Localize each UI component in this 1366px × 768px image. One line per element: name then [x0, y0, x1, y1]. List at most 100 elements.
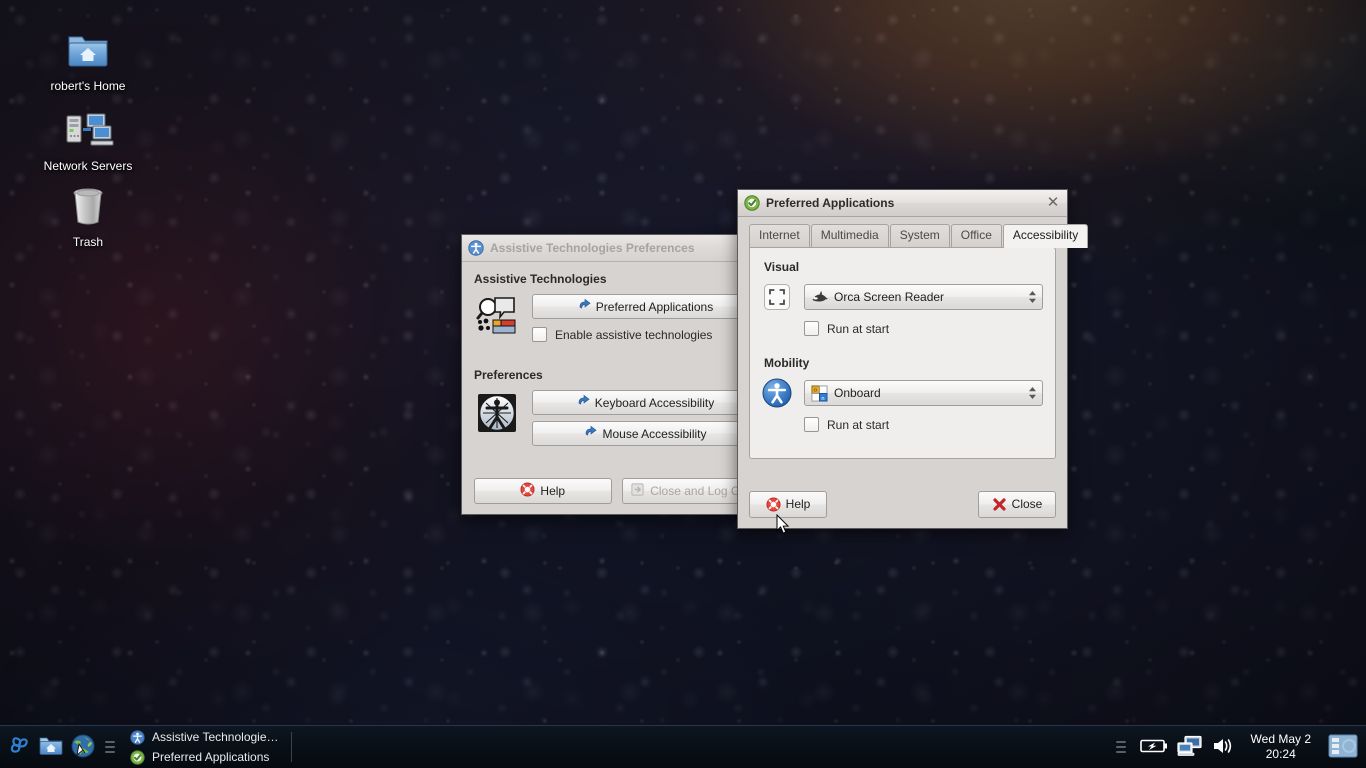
visual-application-value: Orca Screen Reader: [834, 290, 945, 304]
visual-run-at-start-label[interactable]: Run at start: [827, 322, 889, 336]
preferred-applications-titlebar[interactable]: Preferred Applications ✕: [738, 190, 1067, 217]
combo-spinner-arrows-icon[interactable]: [1027, 289, 1038, 305]
tab-multimedia[interactable]: Multimedia: [810, 224, 889, 247]
preferred-applications-close-button[interactable]: Close: [978, 490, 1056, 518]
tab-label: System: [899, 228, 940, 242]
accessibility-icon: [468, 240, 484, 256]
visual-group-label: Visual: [764, 260, 800, 274]
taskbar-window-list: Assistive Technologie… Preferred Applica…: [120, 726, 285, 768]
taskbar-panel-grip[interactable]: [105, 734, 115, 760]
spiral-menu-icon: [6, 733, 32, 762]
launcher-menu[interactable]: [4, 731, 34, 763]
tray-grip[interactable]: [1115, 734, 1126, 760]
tab-label: Multimedia: [820, 228, 879, 242]
assistive-technologies-window[interactable]: Assistive Technologies Preferences Assis…: [461, 234, 772, 515]
assistive-technologies-row: Preferred Applications Enable assistive …: [474, 294, 759, 342]
home-folder-icon: [38, 733, 64, 762]
mobility-application-combo[interactable]: o n Onboard: [804, 380, 1043, 406]
network-computers-icon[interactable]: [1176, 735, 1203, 760]
accessibility-tab-panel: Visual Orca Screen Reader Run at start M…: [749, 247, 1056, 459]
onboard-keyboard-icon: o n: [811, 384, 828, 402]
logout-icon: [630, 482, 645, 500]
close-icon[interactable]: ✕: [1045, 195, 1061, 211]
assistive-technologies-section-label: Assistive Technologies: [474, 272, 607, 286]
preferences-row: Keyboard Accessibility Mouse Accessibili…: [474, 390, 759, 452]
tab-label: Accessibility: [1012, 228, 1079, 242]
tab-label: Internet: [759, 228, 800, 242]
task-preferred-applications[interactable]: Preferred Applications: [124, 747, 285, 767]
launcher-web-browser[interactable]: [68, 731, 98, 763]
svg-text:n: n: [821, 396, 824, 402]
task-label: Preferred Applications: [152, 750, 270, 764]
assistive-window-titlebar[interactable]: Assistive Technologies Preferences: [462, 235, 771, 262]
taskbar[interactable]: Assistive Technologie… Preferred Applica…: [0, 725, 1366, 768]
mobility-run-at-start-checkbox[interactable]: [804, 417, 819, 432]
preferred-applications-actions: Help Close: [738, 480, 1067, 528]
mobility-run-at-start-row[interactable]: Run at start: [804, 417, 1043, 432]
taskbar-clock[interactable]: Wed May 2 20:24: [1245, 732, 1317, 762]
desktop-icon-label: Trash: [72, 235, 104, 249]
desktop-icon-label: robert's Home: [50, 79, 126, 93]
screen-reader-magnifier-icon: [474, 294, 520, 338]
show-desktop-icon: [1328, 734, 1358, 761]
mobility-run-at-start-label[interactable]: Run at start: [827, 418, 889, 432]
preferred-applications-dialog[interactable]: Preferred Applications ✕ Internet Multim…: [737, 189, 1089, 529]
tab-accessibility[interactable]: Accessibility: [1002, 224, 1089, 248]
mouse-accessibility-label: Mouse Accessibility: [602, 426, 707, 441]
mobility-group-label: Mobility: [764, 356, 810, 370]
visual-application-combo[interactable]: Orca Screen Reader: [804, 284, 1043, 310]
show-desktop-button[interactable]: [1326, 733, 1360, 761]
globe-browser-icon: [70, 733, 96, 762]
mobility-row: o n Onboard: [762, 378, 1043, 408]
close-and-log-out-label: Close and Log Out: [650, 484, 751, 498]
trash-icon: [33, 182, 143, 232]
speaker-volume-icon[interactable]: [1212, 736, 1236, 759]
launcher-file-manager[interactable]: [36, 731, 66, 763]
enable-assistive-technologies-row[interactable]: Enable assistive technologies: [532, 327, 759, 342]
taskbar-system-tray: Wed May 2 20:24: [1111, 732, 1366, 762]
assistive-help-button[interactable]: Help: [474, 478, 612, 504]
mouse-accessibility-button[interactable]: Mouse Accessibility: [532, 421, 759, 446]
taskbar-launchers: [0, 731, 120, 763]
red-x-icon: [992, 497, 1007, 512]
network-servers-icon: [33, 106, 143, 156]
visual-run-at-start-checkbox[interactable]: [804, 321, 819, 336]
battery-charging-icon[interactable]: [1139, 737, 1168, 758]
visual-run-at-start-row[interactable]: Run at start: [804, 321, 1043, 336]
accessibility-icon: [130, 729, 145, 745]
preferred-applications-title: Preferred Applications: [766, 196, 895, 210]
desktop-icon-trash[interactable]: Trash: [33, 182, 143, 249]
accessibility-person-icon: [762, 378, 792, 408]
preferred-applications-tabs: Internet Multimedia System Office Access…: [749, 223, 1089, 248]
tab-office[interactable]: Office: [950, 224, 1002, 247]
assistive-window-body: Assistive Technologies Preferred Applica…: [462, 262, 771, 452]
green-check-circle-icon: [744, 195, 760, 211]
green-check-circle-icon: [130, 749, 145, 765]
tab-system[interactable]: System: [889, 224, 950, 247]
enable-assistive-technologies-checkbox[interactable]: [532, 327, 547, 342]
preferred-applications-button[interactable]: Preferred Applications: [532, 294, 759, 319]
tab-internet[interactable]: Internet: [749, 224, 810, 247]
assistive-window-actions: Help Close and Log Out: [462, 468, 771, 514]
screen-magnifier-bracket-icon: [762, 282, 792, 312]
desktop[interactable]: robert's Home Network Servers Trash Assi…: [0, 0, 1366, 768]
clock-date: Wed May 2: [1250, 732, 1311, 746]
svg-text:o: o: [814, 387, 817, 393]
orca-whale-icon: [811, 289, 828, 306]
mobility-application-value: Onboard: [834, 386, 881, 400]
combo-spinner-arrows-icon[interactable]: [1027, 385, 1038, 401]
enable-assistive-technologies-label[interactable]: Enable assistive technologies: [555, 328, 712, 342]
home-folder-icon: [33, 26, 143, 76]
preferences-section-label: Preferences: [474, 368, 543, 382]
preferred-applications-help-button[interactable]: Help: [749, 490, 827, 518]
preferred-applications-button-label: Preferred Applications: [595, 299, 714, 314]
task-assistive-technologies[interactable]: Assistive Technologie…: [124, 727, 285, 747]
keyboard-accessibility-button[interactable]: Keyboard Accessibility: [532, 390, 759, 415]
clock-time: 20:24: [1265, 747, 1296, 761]
assistive-help-label: Help: [540, 484, 566, 498]
preferred-applications-close-label: Close: [1011, 497, 1043, 511]
link-arrow-icon: [577, 394, 591, 411]
tab-label: Office: [960, 228, 992, 242]
desktop-icon-home[interactable]: robert's Home: [33, 26, 143, 93]
desktop-icon-network-servers[interactable]: Network Servers: [33, 106, 143, 173]
